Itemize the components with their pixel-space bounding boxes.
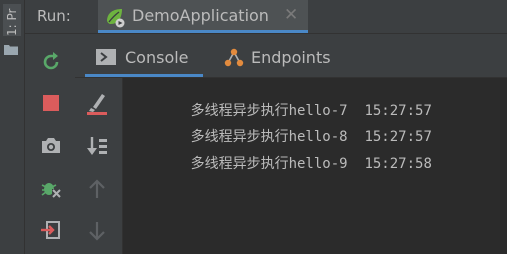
tab-demo-application[interactable]: DemoApplication ✕ <box>98 0 308 33</box>
project-side-strip: 1: Pr <box>0 0 25 254</box>
run-subtabs: Console Endpoints <box>75 34 507 78</box>
tab-endpoints[interactable]: Endpoints <box>215 34 345 77</box>
console-output[interactable]: 多线程异步执行hello-7 15:27:57 多线程异步执行hello-8 1… <box>123 78 507 254</box>
sort-down-icon[interactable] <box>85 134 109 158</box>
run-header: Run: DemoApplication ✕ <box>25 0 507 34</box>
log-line: 多线程异步执行hello-9 15:27:58 <box>140 137 432 189</box>
run-toolbar <box>25 34 75 254</box>
exit-icon[interactable] <box>39 218 63 242</box>
debug-bug-icon[interactable] <box>39 176 63 200</box>
log-time: 15:27:58 <box>364 156 432 172</box>
tab-endpoints-label: Endpoints <box>251 48 331 67</box>
rerun-icon[interactable] <box>39 50 63 74</box>
clear-console-icon[interactable] <box>85 91 109 115</box>
run-label: Run: <box>37 7 71 25</box>
tab-selected-indicator <box>98 30 308 33</box>
stop-icon[interactable] <box>39 91 63 115</box>
arrow-down-icon[interactable] <box>85 219 109 243</box>
project-tool-button[interactable]: 1: Pr <box>3 4 21 36</box>
folder-icon[interactable] <box>4 44 18 55</box>
tab-selected-indicator <box>85 74 203 77</box>
tab-console[interactable]: Console <box>85 34 203 77</box>
console-icon <box>96 49 116 65</box>
tab-console-label: Console <box>125 48 189 67</box>
arrow-up-icon[interactable] <box>85 177 109 201</box>
log-message: 多线程异步执行hello-9 <box>190 156 348 172</box>
run-tool-window: 1: Pr Run: DemoApplication ✕ Console End… <box>0 0 507 254</box>
camera-icon[interactable] <box>39 134 63 158</box>
console-toolbar <box>75 78 123 254</box>
tab-label: DemoApplication <box>132 6 269 25</box>
spring-boot-run-icon <box>107 9 125 28</box>
endpoints-icon <box>224 48 244 67</box>
close-icon[interactable]: ✕ <box>284 5 298 25</box>
